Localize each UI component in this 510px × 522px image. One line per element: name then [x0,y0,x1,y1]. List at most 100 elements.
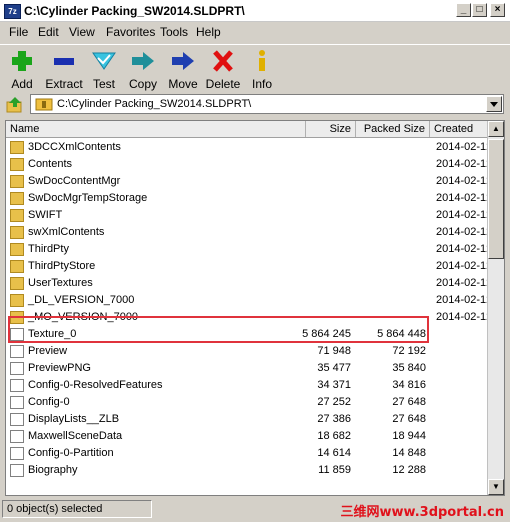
list-item[interactable]: ThirdPty 2014-02-12 [6,241,493,258]
add-label: Add [11,77,33,91]
menu-help[interactable]: Help [196,25,221,39]
file-icon [10,430,24,443]
item-name: Biography [28,464,78,476]
test-label: Test [92,77,115,91]
item-created: 2014-02-12 [436,260,493,272]
window-title: C:\Cylinder Packing_SW2014.SLDPRT\ [24,4,245,18]
item-created: 2014-02-12 [436,158,493,170]
toolbar: Add Extract Test Copy Move Delete Info [0,44,510,93]
menu-view[interactable]: View [69,25,95,39]
folder-icon [10,260,24,273]
item-name: SwDocContentMgr [28,175,121,187]
folder-icon [10,192,24,205]
list-item[interactable]: DisplayLists__ZLB 27 386 27 648 [6,411,489,428]
item-created: 2014-02-12 [436,175,493,187]
column-header-created[interactable]: Created [430,121,489,137]
item-name: SWIFT [28,209,63,221]
item-name: Config-0 [28,396,70,408]
extract-icon [54,58,74,65]
item-created: 2014-02-12 [436,294,493,306]
item-created: 2014-02-12 [436,226,493,238]
menu-file[interactable]: File [9,25,28,39]
column-header-packed-size[interactable]: Packed Size [356,121,430,137]
info-button[interactable]: Info [240,49,284,91]
chevron-down-icon [490,102,498,107]
item-name: MaxwellSceneData [28,430,123,442]
copy-label: Copy [128,77,157,91]
item-name: 3DCCXmlContents [28,141,121,153]
list-item[interactable]: MaxwellSceneData 18 682 18 944 [6,428,489,445]
list-item[interactable]: SwDocMgrTempStorage 2014-02-12 [6,190,492,207]
move-button[interactable]: Move [161,49,205,91]
close-button[interactable]: × [490,3,505,17]
list-item[interactable]: Biography 11 859 12 288 [6,462,489,479]
folder-icon [10,158,24,171]
item-name: Config-0-ResolvedFeatures [28,379,163,391]
vertical-scrollbar[interactable]: ▲ ▼ [487,121,504,495]
add-button[interactable]: Add [0,49,44,91]
item-name: ThirdPty [28,243,69,255]
test-button[interactable]: Test [82,49,126,91]
list-item[interactable]: Contents 2014-02-12 [6,156,493,173]
column-header-size[interactable]: Size [306,121,356,137]
delete-label: Delete [205,77,241,91]
folder-icon [10,243,24,256]
minimize-button[interactable]: _ [456,3,471,17]
list-item[interactable]: PreviewPNG 35 477 35 840 [6,360,489,377]
list-item[interactable]: _DL_VERSION_7000 2014-02-12 [6,292,493,309]
list-item[interactable]: swXmlContents 2014-02-12 [6,224,493,241]
column-header-name[interactable]: Name [6,121,306,137]
scroll-thumb[interactable] [488,139,504,259]
add-icon [12,51,32,71]
app-icon: 7z [4,4,21,19]
delete-x-icon [213,50,233,72]
list-item[interactable]: ThirdPtyStore 2014-02-12 [6,258,493,275]
list-item[interactable]: SWIFT 2014-02-12 [6,207,492,224]
move-label: Move [168,77,198,91]
item-created: 2014-02-12 [436,243,493,255]
menu-edit[interactable]: Edit [38,25,59,39]
item-packed-size: 18 944 [392,430,426,442]
copy-button[interactable]: Copy [121,49,165,91]
list-item[interactable]: 3DCCXmlContents 2014-02-12 [6,139,492,156]
file-icon [10,447,24,460]
file-icon [10,362,24,375]
list-item[interactable]: SwDocContentMgr 2014-02-12 [6,173,493,190]
maximize-button[interactable]: □ [472,3,487,17]
list-item[interactable]: Config-0 27 252 27 648 [6,394,489,411]
highlight-box [8,316,429,343]
watermark: 三维网www.3dportal.cn [340,505,504,520]
file-icon [10,345,24,358]
file-icon [10,379,24,392]
copy-arrow-icon [132,52,154,70]
list-item[interactable]: Config-0-ResolvedFeatures 34 371 34 816 [6,377,489,394]
address-input[interactable]: C:\Cylinder Packing_SW2014.SLDPRT\ [30,94,504,114]
scroll-down-button[interactable]: ▼ [488,479,504,495]
folder-icon [10,209,24,222]
menu-tools[interactable]: Tools [160,25,188,39]
scroll-up-button[interactable]: ▲ [488,121,504,137]
folder-up-icon[interactable] [6,96,24,114]
address-dropdown-button[interactable] [486,96,502,112]
menu-favorites[interactable]: Favorites [106,25,155,39]
item-name: SwDocMgrTempStorage [28,192,148,204]
list-item[interactable]: Preview 71 948 72 192 [6,343,489,360]
zip-folder-icon [35,98,53,111]
file-icon [10,413,24,426]
item-packed-size: 14 848 [392,447,426,459]
address-path: C:\Cylinder Packing_SW2014.SLDPRT\ [57,98,252,110]
item-packed-size: 27 648 [392,413,426,425]
info-icon [259,50,265,71]
test-icon [92,52,116,70]
item-name: swXmlContents [28,226,105,238]
list-item[interactable]: UserTextures 2014-02-12 [6,275,492,292]
item-name: ThirdPtyStore [28,260,96,272]
file-icon [10,464,24,477]
list-header: Name Size Packed Size Created [6,121,489,138]
address-bar: C:\Cylinder Packing_SW2014.SLDPRT\ [0,92,510,118]
list-item[interactable]: Config-0-Partition 14 614 14 848 [6,445,489,462]
extract-button[interactable]: Extract [42,49,86,91]
file-list[interactable]: Name Size Packed Size Created 3DCCXmlCon… [5,120,505,496]
item-name: Config-0-Partition [28,447,114,459]
delete-button[interactable]: Delete [201,49,245,91]
